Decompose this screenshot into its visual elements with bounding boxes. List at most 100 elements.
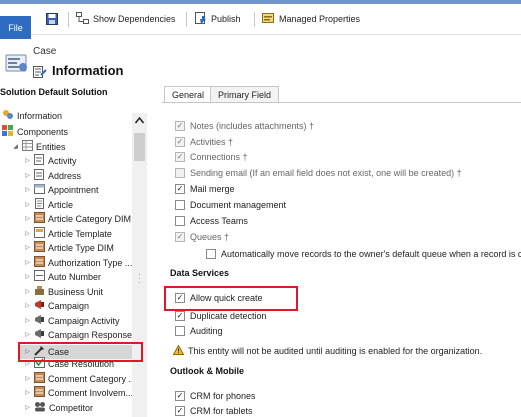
option-mail-merge[interactable]: ✓ Mail merge <box>175 183 235 195</box>
page-title: Information <box>52 63 124 78</box>
entity-item-activity[interactable]: ▷ Activity <box>24 154 77 167</box>
entity-item-auto-number[interactable]: ▷ Auto Number <box>24 270 101 283</box>
option-queues[interactable]: ✓ Queues † <box>175 231 229 243</box>
entity-item-article-category-dim[interactable]: ▷ Article Category DIM <box>24 212 131 225</box>
article-type-icon <box>34 241 45 254</box>
file-button[interactable]: File <box>0 16 31 39</box>
entity-item-article[interactable]: ▷ Article <box>24 198 73 211</box>
expand-triangle-icon[interactable]: ▷ <box>24 157 31 164</box>
tab-divider <box>162 102 521 103</box>
entity-item-business-unit[interactable]: ▷ Business Unit <box>24 285 103 298</box>
expand-triangle-icon[interactable]: ▷ <box>24 244 31 251</box>
auditing-checkbox[interactable] <box>175 326 185 336</box>
option-activities-label: Activities † <box>190 137 234 147</box>
option-crm-tablets[interactable]: ✓ CRM for tablets <box>175 405 253 417</box>
expand-triangle-icon[interactable]: ▷ <box>24 186 31 193</box>
option-auto-move[interactable]: Automatically move records to the owner'… <box>206 248 521 260</box>
entity-item-comment-involvement[interactable]: ▷ Comment Involvem... <box>24 386 133 399</box>
entity-item-label: Auto Number <box>48 271 102 282</box>
connections-checkbox[interactable]: ✓ <box>175 152 185 162</box>
managed-properties-label: Managed Properties <box>279 14 361 24</box>
nav-information[interactable]: Information <box>2 109 62 122</box>
entity-item-comment-category[interactable]: ▷ Comment Category ... <box>24 372 136 385</box>
nav-entities[interactable]: ◢ Entities <box>12 140 66 153</box>
option-activities[interactable]: ✓ Activities † <box>175 136 233 148</box>
option-crm-phones[interactable]: ✓ CRM for phones <box>175 390 256 402</box>
option-duplicate-detection[interactable]: ✓ Duplicate detection <box>175 310 267 322</box>
entity-item-campaign[interactable]: ▷ Campaign <box>24 299 89 312</box>
duplicate-detection-checkbox[interactable]: ✓ <box>175 311 185 321</box>
save-icon[interactable] <box>46 13 58 27</box>
managed-properties-button[interactable]: Managed Properties <box>262 11 360 27</box>
option-connections[interactable]: ✓ Connections † <box>175 151 248 163</box>
option-access-teams[interactable]: Access Teams <box>175 215 248 227</box>
option-sending-email[interactable]: Sending email (If an email field does no… <box>175 167 462 179</box>
option-auto-move-label: Automatically move records to the owner'… <box>221 249 521 259</box>
sidebar-scrollbar[interactable]: · · · <box>132 113 147 417</box>
entity-item-label: Article Template <box>48 228 112 239</box>
access-teams-checkbox[interactable] <box>175 216 185 226</box>
auditing-warning: This entity will not be audited until au… <box>172 344 482 357</box>
queues-checkbox[interactable]: ✓ <box>175 232 185 242</box>
publish-button[interactable]: Publish <box>195 11 241 27</box>
entity-item-address[interactable]: ▷ Address <box>24 169 81 182</box>
components-icon <box>2 125 14 138</box>
tab-primary-field[interactable]: Primary Field <box>210 86 280 103</box>
managed-properties-icon <box>262 12 275 26</box>
toolbar-separator <box>186 12 187 27</box>
expand-triangle-icon[interactable]: ▷ <box>24 259 31 266</box>
entity-item-label: Activity <box>48 155 77 166</box>
collapse-triangle-icon[interactable]: ◢ <box>12 143 19 150</box>
sending-email-checkbox[interactable] <box>175 168 185 178</box>
entity-item-authorization-type[interactable]: ▷ Authorization Type ... <box>24 256 132 269</box>
expand-triangle-icon[interactable]: ▷ <box>24 375 31 382</box>
entity-item-appointment[interactable]: ▷ Appointment <box>24 183 99 196</box>
entity-item-article-template[interactable]: ▷ Article Template <box>24 227 112 240</box>
show-dependencies-button[interactable]: Show Dependencies <box>76 11 176 27</box>
nav-information-label: Information <box>17 110 63 121</box>
expand-triangle-icon[interactable]: ▷ <box>24 172 31 179</box>
expand-triangle-icon[interactable]: ▷ <box>24 331 31 338</box>
entity-item-article-type-dim[interactable]: ▷ Article Type DIM <box>24 241 114 254</box>
expand-triangle-icon[interactable]: ▷ <box>24 215 31 222</box>
expand-triangle-icon[interactable]: ▷ <box>24 302 31 309</box>
entity-item-competitor[interactable]: ▷ Competitor <box>24 401 93 414</box>
option-notes[interactable]: ✓ Notes (includes attachments) † <box>175 120 314 132</box>
option-auditing-label: Auditing <box>190 326 223 336</box>
entity-item-campaign-response[interactable]: ▷ Campaign Response <box>24 328 132 341</box>
entities-icon <box>22 140 33 153</box>
expand-triangle-icon[interactable]: ▷ <box>24 273 31 280</box>
expand-triangle-icon[interactable]: ▷ <box>24 288 31 295</box>
entity-item-label: Appointment <box>48 184 99 195</box>
auto-move-checkbox[interactable] <box>206 249 216 259</box>
auto-number-icon <box>34 270 45 283</box>
option-queues-label: Queues † <box>190 232 230 242</box>
command-toolbar: File Show Dependencies Publish Managed P… <box>0 4 521 39</box>
scroll-thumb[interactable] <box>134 133 145 161</box>
expand-triangle-icon[interactable]: ▷ <box>24 230 31 237</box>
option-duplicate-detection-label: Duplicate detection <box>190 311 267 321</box>
expand-triangle-icon[interactable]: ▷ <box>24 389 31 396</box>
option-document-management-label: Document management <box>190 200 287 210</box>
activities-checkbox[interactable]: ✓ <box>175 137 185 147</box>
entity-item-label: Campaign Response <box>48 329 133 340</box>
notes-checkbox[interactable]: ✓ <box>175 121 185 131</box>
option-document-management[interactable]: Document management <box>175 199 286 211</box>
option-auditing[interactable]: Auditing <box>175 325 223 337</box>
crm-tablets-checkbox[interactable]: ✓ <box>175 406 185 416</box>
expand-triangle-icon[interactable]: ▷ <box>24 201 31 208</box>
expand-triangle-icon[interactable]: ▷ <box>24 317 31 324</box>
crm-phones-checkbox[interactable]: ✓ <box>175 391 185 401</box>
expand-triangle-icon[interactable]: ▷ <box>24 404 31 411</box>
tab-general[interactable]: General <box>164 86 213 103</box>
option-notes-label: Notes (includes attachments) † <box>190 121 315 131</box>
entity-item-campaign-activity[interactable]: ▷ Campaign Activity <box>24 314 120 327</box>
mail-merge-checkbox[interactable]: ✓ <box>175 184 185 194</box>
scroll-up-arrow-icon[interactable] <box>134 116 145 126</box>
entity-item-label: Article Category DIM <box>48 213 132 224</box>
case-entity-icon <box>5 52 29 74</box>
comment-involvement-icon <box>34 386 45 399</box>
document-management-checkbox[interactable] <box>175 200 185 210</box>
campaign-activity-icon <box>34 314 45 327</box>
nav-components[interactable]: Components <box>2 125 68 138</box>
